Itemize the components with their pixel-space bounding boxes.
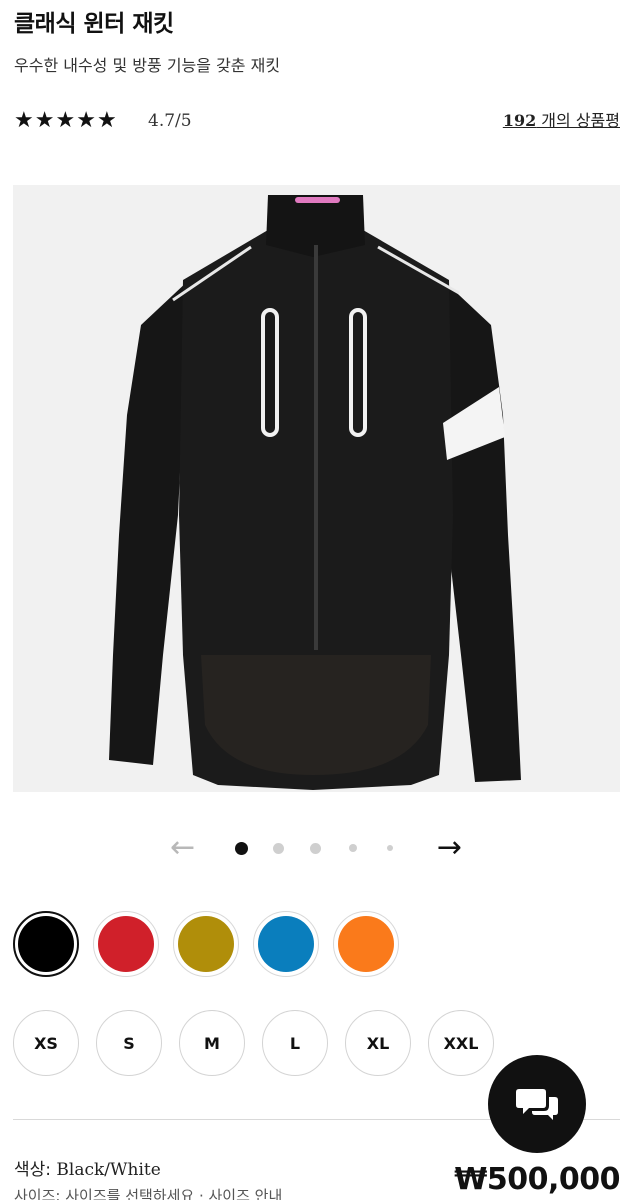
color-swatch-blue[interactable] bbox=[253, 911, 319, 977]
size-option-xl[interactable]: XL bbox=[345, 1010, 411, 1076]
color-swatches bbox=[13, 911, 413, 977]
prev-image-arrow[interactable]: ← bbox=[170, 832, 195, 864]
product-price: ₩500,000 bbox=[454, 1162, 620, 1197]
star-icon: ★ bbox=[76, 108, 97, 133]
size-option-m[interactable]: M bbox=[179, 1010, 245, 1076]
selected-color: 색상: Black/White bbox=[14, 1155, 161, 1180]
carousel-dot[interactable] bbox=[387, 845, 393, 851]
product-title: 클래식 윈터 재킷 bbox=[14, 11, 174, 37]
color-swatch-orange[interactable] bbox=[333, 911, 399, 977]
star-icon: ★ bbox=[34, 108, 56, 133]
chat-bubbles-icon bbox=[516, 1089, 558, 1120]
size-option-xxl[interactable]: XXL bbox=[428, 1010, 494, 1076]
swatch-fill bbox=[338, 916, 394, 972]
carousel-dot[interactable] bbox=[235, 842, 248, 855]
star-half-icon: ★ ★ bbox=[96, 108, 118, 133]
carousel-dot[interactable] bbox=[310, 843, 321, 854]
color-swatch-black[interactable] bbox=[13, 911, 79, 977]
color-label: 색상: bbox=[14, 1160, 57, 1180]
image-carousel-nav: ← → bbox=[170, 832, 462, 864]
rating-score: 4.7/5 bbox=[148, 111, 192, 131]
swatch-fill bbox=[18, 916, 74, 972]
review-suffix: 개의 상품평 bbox=[536, 111, 620, 130]
rating-row: ★★★★★ ★ 4.7/5 192 개의 상품평 bbox=[14, 108, 620, 134]
size-option-s[interactable]: S bbox=[96, 1010, 162, 1076]
chat-button[interactable] bbox=[488, 1055, 586, 1153]
swatch-fill bbox=[98, 916, 154, 972]
product-subtitle: 우수한 내수성 및 방풍 기능을 갖춘 재킷 bbox=[14, 56, 281, 75]
carousel-dot[interactable] bbox=[349, 844, 357, 852]
color-value: Black/White bbox=[56, 1160, 161, 1180]
rating-stars: ★★★★★ ★ bbox=[14, 108, 118, 134]
product-image[interactable] bbox=[13, 185, 620, 792]
size-option-xs[interactable]: XS bbox=[13, 1010, 79, 1076]
star-icon: ★ bbox=[55, 108, 77, 133]
size-option-l[interactable]: L bbox=[262, 1010, 328, 1076]
size-options: XS S M L XL XXL bbox=[13, 1010, 503, 1076]
color-swatch-red[interactable] bbox=[93, 911, 159, 977]
swatch-fill bbox=[178, 916, 234, 972]
star-icon: ★ bbox=[14, 108, 35, 133]
jacket-illustration bbox=[109, 195, 521, 790]
next-image-arrow[interactable]: → bbox=[437, 832, 462, 864]
review-count: 192 bbox=[502, 111, 537, 130]
reviews-link[interactable]: 192 개의 상품평 bbox=[503, 108, 620, 134]
carousel-dot[interactable] bbox=[273, 843, 284, 854]
color-swatch-olive[interactable] bbox=[173, 911, 239, 977]
swatch-fill bbox=[258, 916, 314, 972]
size-hint: 사이즈: 사이즈를 선택하세요 · 사이즈 안내 bbox=[14, 1187, 283, 1200]
